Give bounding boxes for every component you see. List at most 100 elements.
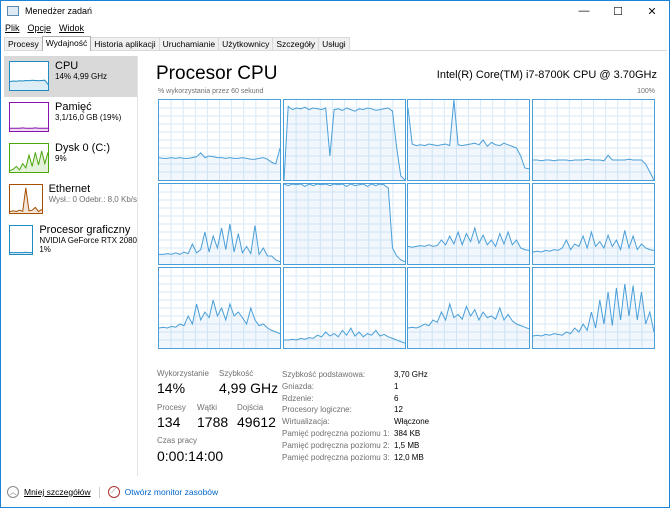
window-title: Menedżer zadań [25, 6, 93, 16]
sidebar-thumbnail-graph [9, 102, 49, 132]
spec-label: Pamięć podręczna poziomu 3: [282, 452, 390, 462]
tab-historia-aplikacji[interactable]: Historia aplikacji [90, 37, 160, 50]
sidebar-item-detail: 9% [55, 154, 67, 163]
menu-opcje[interactable]: Opcje [28, 23, 52, 33]
usage-label: Wykorzystanie [157, 369, 209, 378]
sidebar-item-cpu[interactable]: CPU 14% 4,99 GHz [4, 56, 137, 97]
open-resource-monitor-link[interactable]: Otwórz monitor zasobów [125, 487, 219, 497]
core-graph-3 [407, 99, 530, 181]
spec-label: Pamięć podręczna poziomu 1: [282, 428, 390, 438]
sidebar-thumbnail-graph [9, 225, 34, 255]
sidebar-item-memory[interactable]: Pamięć 3,1/16,0 GB (19%) [4, 97, 137, 138]
sidebar-item-detail: NVIDIA GeForce RTX 2080 [39, 236, 137, 245]
core-graphs [158, 99, 656, 353]
uptime-value: 0:00:14:00 [157, 448, 224, 464]
spec-value: 12,0 MB [394, 452, 424, 462]
sidebar-thumbnail-graph [9, 143, 49, 173]
menu-bar: Plik Opcje Widok [5, 21, 84, 35]
sidebar-item-name: Procesor graficzny [39, 224, 131, 236]
core-graph-1 [158, 99, 281, 181]
spec-row: Pamięć podręczna poziomu 1: 384 KB [282, 428, 420, 440]
sidebar-item-name: CPU [55, 60, 79, 72]
menu-plik[interactable]: Plik [5, 23, 20, 33]
speed-label: Szybkość [219, 369, 254, 378]
core-graph-7 [407, 183, 530, 265]
minimize-button[interactable]: — [567, 1, 601, 21]
graph-axis-label: % wykorzystania przez 60 sekund [158, 88, 264, 95]
title-bar: Menedżer zadań — ☐ ✕ [1, 1, 669, 21]
sidebar-item-disk[interactable]: Dysk 0 (C:) 9% [4, 138, 137, 179]
resource-monitor-icon: ⟋ [107, 486, 120, 498]
tab-procesy[interactable]: Procesy [4, 37, 43, 50]
spec-value: 12 [394, 405, 403, 415]
threads-label: Wątki [197, 403, 217, 412]
handles-label: Dojścia [237, 403, 264, 412]
spec-row: Rdzenie: 6 [282, 393, 398, 405]
spec-value: 6 [394, 393, 399, 403]
cpu-model: Intel(R) Core(TM) i7-8700K CPU @ 3.70GHz [436, 69, 657, 81]
core-graph-2 [282, 99, 406, 181]
graph-max-label: 100% [637, 88, 655, 95]
spec-label: Wirtualizacja: [282, 417, 330, 427]
divider [98, 486, 100, 498]
spec-label: Procesory logiczne: [282, 405, 352, 415]
maximize-button[interactable]: ☐ [601, 1, 635, 21]
spec-value: 3,70 GHz [394, 370, 428, 379]
processes-value: 134 [157, 414, 181, 430]
less-details-link[interactable]: Mniej szczegółów [24, 487, 91, 497]
spec-row: Szybkość podstawowa: 3,70 GHz [282, 369, 428, 381]
cpu-specs: Szybkość podstawowa: 3,70 GHz Gniazda: 1 Rdz… [282, 369, 429, 464]
tab-uruchamianie[interactable]: Uruchamianie [158, 37, 220, 50]
speed-value: 4,99 GHz [219, 380, 279, 396]
menu-widok[interactable]: Widok [59, 23, 84, 33]
page-title: Procesor CPU [156, 63, 278, 84]
spec-value: 1 [394, 381, 399, 391]
spec-row: Procesory logiczne: 12 [282, 404, 403, 416]
uptime-label: Czas pracy [157, 436, 198, 445]
core-graph-4 [531, 99, 655, 181]
threads-value: 1788 [197, 414, 229, 430]
spec-label: Szybkość podstawowa: [282, 370, 366, 379]
spec-row: Gniazda: 1 [282, 381, 398, 393]
footer: ︿ Mniej szczegółów ⟋ Otwórz monitor zaso… [7, 486, 218, 498]
core-graph-9 [158, 267, 281, 349]
task-manager-icon [7, 6, 19, 16]
spec-value: 1,5 MB [394, 440, 420, 450]
spec-row: Wirtualizacja: Włączone [282, 416, 429, 428]
sidebar-item-detail: 3,1/16,0 GB (19%) [55, 113, 122, 122]
core-graph-5 [158, 183, 281, 265]
sidebar-thumbnail-graph [9, 61, 49, 91]
processes-label: Procesy [157, 403, 186, 412]
spec-label: Gniazda: [282, 381, 315, 391]
resource-sidebar: CPU 14% 4,99 GHz Pamięć 3,1/16,0 GB (19%… [4, 56, 138, 476]
tab-bar: Procesy Wydajność Historia aplikacji Uru… [4, 36, 667, 51]
handles-value: 49612 [237, 414, 276, 430]
sidebar-item-name: Pamięć [55, 101, 92, 113]
sidebar-thumbnail-graph [9, 184, 43, 214]
core-graph-12 [531, 267, 655, 349]
spec-label: Rdzenie: [282, 393, 314, 403]
spec-row: Pamięć podręczna poziomu 3: 12,0 MB [282, 452, 424, 464]
tab-wydajnosc[interactable]: Wydajność [41, 36, 92, 51]
close-button[interactable]: ✕ [635, 1, 669, 21]
spec-row: Pamięć podręczna poziomu 2: 1,5 MB [282, 440, 419, 452]
sidebar-item-ethernet[interactable]: Ethernet Wysł.: 0 Odebr.: 8,0 Kb/s [4, 179, 137, 220]
tab-szczegoly[interactable]: Szczegóły [272, 37, 320, 50]
core-graph-10 [282, 267, 406, 349]
usage-value: 14% [157, 380, 186, 396]
core-graph-11 [407, 267, 530, 349]
sidebar-item-detail: Wysł.: 0 Odebr.: 8,0 Kb/s [48, 195, 137, 204]
tab-uzytkownicy[interactable]: Użytkownicy [218, 37, 274, 50]
sidebar-item-name: Dysk 0 (C:) [55, 142, 110, 154]
sidebar-item-detail: 14% 4,99 GHz [55, 72, 108, 81]
sidebar-item-name: Ethernet [48, 183, 91, 195]
core-graph-8 [531, 183, 655, 265]
sidebar-item-gpu[interactable]: Procesor graficzny NVIDIA GeForce RTX 20… [4, 220, 137, 261]
spec-value: 384 KB [394, 428, 421, 438]
chevron-up-icon[interactable]: ︿ [7, 486, 19, 498]
spec-label: Pamięć podręczna poziomu 2: [282, 440, 390, 450]
tab-uslugi[interactable]: Usługi [318, 37, 350, 50]
spec-value: Włączone [394, 417, 430, 427]
core-graph-6 [282, 183, 406, 265]
sidebar-item-usage: 1% [39, 245, 51, 254]
